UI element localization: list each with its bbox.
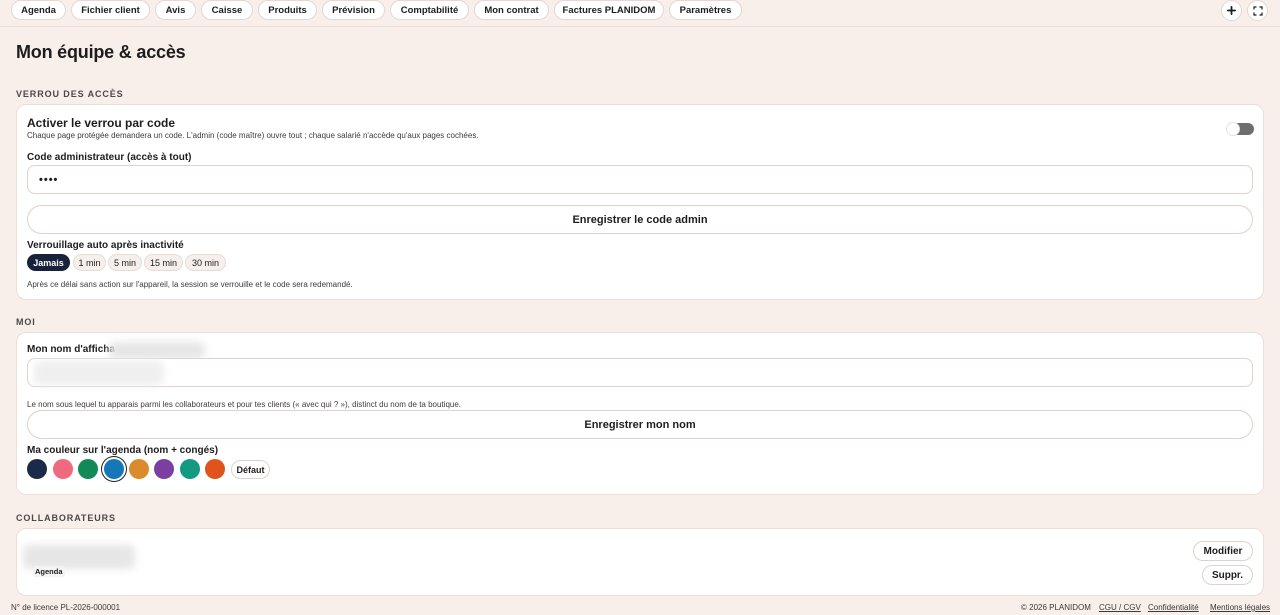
plus-icon[interactable]	[1221, 0, 1242, 21]
default-color-button[interactable]: Défaut	[231, 460, 270, 479]
top-navigation: Agenda Fichier client Avis Caisse Produi…	[0, 0, 1280, 21]
collaborators-card: Agenda Modifier Suppr.	[16, 528, 1264, 596]
autolock-description: Après ce délai sans action sur l'apparei…	[27, 280, 353, 289]
save-admin-code-button[interactable]: Enregistrer le code admin	[27, 205, 1253, 234]
header-divider	[0, 26, 1280, 27]
page-title: Mon équipe & accès	[16, 42, 186, 62]
footer: N° de licence PL-2026-000001 © 2026 PLAN…	[0, 599, 1280, 615]
collaborator-tag: Agenda	[33, 566, 65, 577]
color-swatch-red[interactable]	[205, 459, 225, 479]
redacted-label-blur	[109, 342, 205, 359]
color-swatch-pink[interactable]	[53, 459, 73, 479]
color-swatch-green[interactable]	[78, 459, 98, 479]
color-swatch-teal[interactable]	[180, 459, 200, 479]
expand-icon[interactable]	[1247, 0, 1268, 21]
color-swatch-navy[interactable]	[27, 459, 47, 479]
delete-collaborator-button[interactable]: Suppr.	[1202, 565, 1253, 585]
lock-toggle-title: Activer le verrou par code	[27, 116, 176, 130]
tab-prevision[interactable]: Prévision	[322, 0, 385, 20]
footer-link-cgu[interactable]: CGU / CGV	[1099, 603, 1141, 612]
autolock-option-5min[interactable]: 5 min	[108, 254, 142, 271]
lock-toggle[interactable]	[1226, 122, 1254, 136]
tab-mon-contrat[interactable]: Mon contrat	[474, 0, 549, 20]
me-card: Mon nom d'afficha Le nom sous lequel tu …	[16, 332, 1264, 495]
tab-comptabilite[interactable]: Comptabilité	[390, 0, 469, 20]
color-swatch-purple[interactable]	[154, 459, 174, 479]
autolock-option-15min[interactable]: 15 min	[144, 254, 183, 271]
autolock-option-1min[interactable]: 1 min	[73, 254, 106, 271]
tab-avis[interactable]: Avis	[155, 0, 196, 20]
lock-card: Activer le verrou par code Chaque page p…	[16, 104, 1264, 300]
display-name-input[interactable]	[27, 358, 1253, 387]
tab-caisse[interactable]: Caisse	[201, 0, 253, 20]
admin-code-label: Code administrateur (accès à tout)	[27, 152, 192, 163]
color-swatch-orange[interactable]	[129, 459, 149, 479]
edit-collaborator-button[interactable]: Modifier	[1193, 541, 1253, 561]
admin-code-input[interactable]: ••••	[27, 165, 1253, 194]
display-name-description: Le nom sous lequel tu apparais parmi les…	[27, 400, 462, 409]
footer-link-mentions[interactable]: Mentions légales	[1210, 603, 1270, 612]
tab-agenda[interactable]: Agenda	[11, 0, 66, 20]
redacted-name-blur	[34, 361, 164, 385]
color-swatch-blue[interactable]	[104, 459, 124, 479]
section-label-verrou: VERROU DES ACCÈS	[16, 89, 124, 99]
tab-produits[interactable]: Produits	[258, 0, 317, 20]
autolock-option-30min[interactable]: 30 min	[185, 254, 226, 271]
admin-code-value: ••••	[39, 174, 59, 186]
autolock-label: Verrouillage auto après inactivité	[27, 240, 184, 251]
tab-factures-planidom[interactable]: Factures PLANIDOM	[554, 0, 664, 20]
tab-parametres[interactable]: Paramètres	[669, 0, 742, 20]
lock-toggle-description: Chaque page protégée demandera un code. …	[27, 131, 479, 140]
save-name-button[interactable]: Enregistrer mon nom	[27, 410, 1253, 439]
color-label: Ma couleur sur l'agenda (nom + congés)	[27, 445, 219, 456]
copyright: © 2026 PLANIDOM	[1021, 603, 1091, 612]
section-label-moi: MOI	[16, 317, 36, 327]
autolock-option-jamais[interactable]: Jamais	[27, 254, 70, 271]
footer-link-confidentialite[interactable]: Confidentialité	[1148, 603, 1199, 612]
section-label-collaborateurs: COLLABORATEURS	[16, 513, 116, 523]
license-number: N° de licence PL-2026-000001	[11, 603, 121, 612]
display-name-label: Mon nom d'afficha	[27, 344, 115, 355]
tab-fichier-client[interactable]: Fichier client	[71, 0, 150, 20]
